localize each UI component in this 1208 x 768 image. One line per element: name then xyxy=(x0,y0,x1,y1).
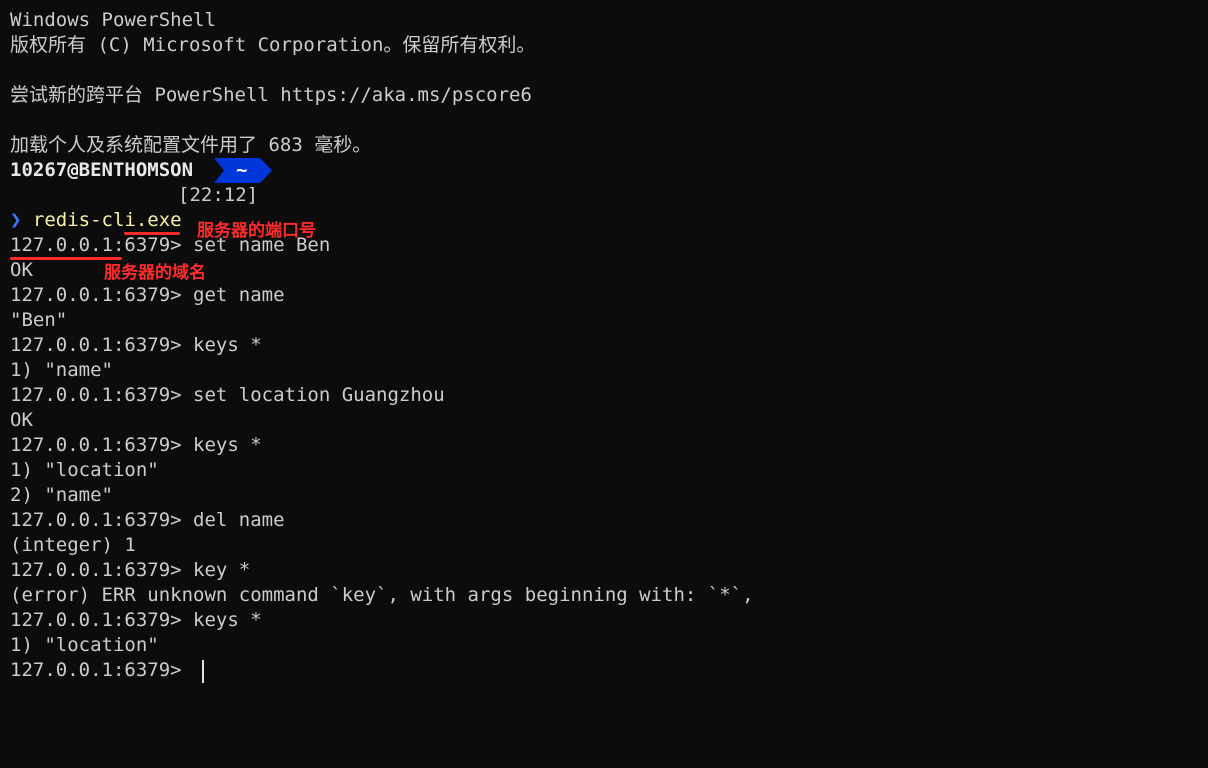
prompt-command: redis-cli.exe xyxy=(32,209,182,231)
redis-prompt-line: 127.0.0.1:6379> keys * xyxy=(10,433,262,458)
redis-prompt-line: 127.0.0.1:6379> get name xyxy=(10,283,285,308)
text-cursor[interactable] xyxy=(202,660,204,683)
redis-host: 127.0.0.1 xyxy=(10,659,113,681)
redis-host: 127.0.0.1 xyxy=(10,384,113,406)
redis-prompt-line: 127.0.0.1:6379> set location Guangzhou xyxy=(10,383,445,408)
redis-port: :6379> xyxy=(112,609,194,631)
prompt-path: ~ xyxy=(236,159,248,181)
annotation-port: 服务器的端口号 xyxy=(197,221,316,241)
redis-output-line: 1) "name" xyxy=(10,359,113,381)
redis-output-line: 1) "location" xyxy=(10,634,159,656)
redis-output-line: "Ben" xyxy=(10,309,68,331)
redis-host: 127.0.0.1 xyxy=(10,284,113,306)
redis-output-line: (integer) 1 xyxy=(10,534,136,556)
redis-host: 127.0.0.1 xyxy=(10,609,113,631)
redis-output-line: 2) "name" xyxy=(10,484,113,506)
header-profile-load-time: 加载个人及系统配置文件用了 683 毫秒。 xyxy=(10,134,372,156)
redis-port: :6379> xyxy=(112,384,194,406)
annotation-host: 服务器的域名 xyxy=(104,263,206,283)
redis-prompt-line: 127.0.0.1:6379> xyxy=(10,658,193,683)
redis-command: del name xyxy=(193,509,285,531)
redis-output-line: OK xyxy=(10,409,33,431)
header-pscore-hint: 尝试新的跨平台 PowerShell https://aka.ms/pscore… xyxy=(10,84,532,106)
redis-host: 127.0.0.1 xyxy=(10,559,113,581)
redis-command: get name xyxy=(193,284,285,306)
redis-prompt-line: 127.0.0.1:6379> keys * xyxy=(10,333,262,358)
prompt-time: [22:12] xyxy=(178,184,259,206)
redis-port: :6379> xyxy=(112,559,194,581)
redis-command: set location Guangzhou xyxy=(193,384,445,406)
redis-command: keys * xyxy=(193,334,262,356)
redis-host: 127.0.0.1 xyxy=(10,509,113,531)
redis-output-line: OK xyxy=(10,259,33,281)
redis-port: :6379> xyxy=(112,284,194,306)
redis-port: :6379> xyxy=(112,509,194,531)
redis-prompt-line: 127.0.0.1:6379> key * xyxy=(10,558,250,583)
redis-command: keys * xyxy=(193,434,262,456)
redis-command: key * xyxy=(193,559,251,581)
redis-host: 127.0.0.1 xyxy=(10,334,113,356)
prompt-command-line: ❯ redis-cli.exe xyxy=(10,208,182,233)
terminal-window[interactable]: Windows PowerShell 版权所有 (C) Microsoft Co… xyxy=(0,0,1208,768)
redis-prompt-line: 127.0.0.1:6379> del name xyxy=(10,508,285,533)
redis-port: :6379> xyxy=(112,234,194,256)
prompt-chevron-icon: ❯ xyxy=(10,209,22,231)
redis-output-line: (error) ERR unknown command `key`, with … xyxy=(10,584,754,606)
header-copyright: 版权所有 (C) Microsoft Corporation。保留所有权利。 xyxy=(10,34,536,56)
redis-port: :6379> xyxy=(112,434,194,456)
redis-output-line: 1) "location" xyxy=(10,459,159,481)
port-underline xyxy=(124,232,180,235)
header-title: Windows PowerShell xyxy=(10,9,216,31)
redis-command: keys * xyxy=(193,609,262,631)
redis-port: :6379> xyxy=(112,334,194,356)
redis-host: 127.0.0.1 xyxy=(10,434,113,456)
redis-prompt-line: 127.0.0.1:6379> keys * xyxy=(10,608,262,633)
redis-port: :6379> xyxy=(112,659,194,681)
host-underline xyxy=(10,257,122,260)
prompt-user-host: 10267@BENTHOMSON xyxy=(10,159,194,181)
redis-host: 127.0.0.1 xyxy=(10,234,113,256)
